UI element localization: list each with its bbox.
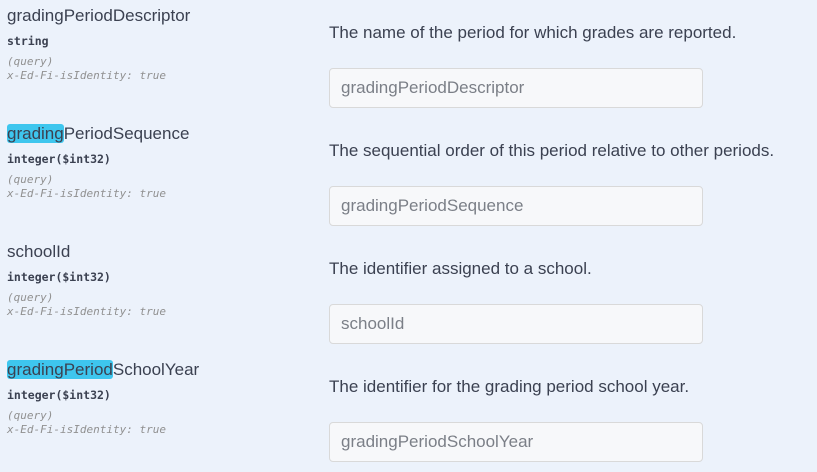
parameter-name: schoolId bbox=[7, 242, 70, 262]
school-id-input[interactable] bbox=[329, 304, 703, 344]
parameter-extension: x-Ed-Fi-isIdentity: true bbox=[7, 69, 166, 82]
grading-period-sequence-input[interactable] bbox=[329, 186, 703, 226]
parameter-description: The name of the period for which grades … bbox=[329, 23, 737, 42]
parameter-type: integer($int32) bbox=[7, 270, 111, 284]
parameter-name-text: PeriodSequence bbox=[63, 124, 190, 143]
parameter-location: (query) bbox=[7, 55, 54, 68]
parameter-location: (query) bbox=[7, 409, 54, 422]
parameter-extension: x-Ed-Fi-isIdentity: true bbox=[7, 305, 166, 318]
parameter-row-school-id: schoolId integer($int32) (query) x-Ed-Fi… bbox=[0, 236, 817, 354]
parameter-row-grading-period-sequence: gradingPeriodSequence integer($int32) (q… bbox=[0, 118, 817, 236]
parameter-row-grading-period-school-year: gradingPeriodSchoolYear integer($int32) … bbox=[0, 354, 817, 472]
parameter-extension: x-Ed-Fi-isIdentity: true bbox=[7, 423, 166, 436]
parameter-type: integer($int32) bbox=[7, 152, 111, 166]
parameter-description: The identifier for the grading period sc… bbox=[329, 377, 690, 396]
parameter-type: string bbox=[7, 34, 49, 48]
search-highlight: grading bbox=[7, 124, 64, 143]
grading-period-school-year-input[interactable] bbox=[329, 422, 703, 462]
parameter-name: gradingPeriodSequence bbox=[7, 124, 189, 144]
parameters-list: gradingPeriodDescriptor string (query) x… bbox=[0, 0, 817, 472]
parameter-name-text: SchoolYear bbox=[112, 360, 200, 379]
parameter-name: gradingPeriodDescriptor bbox=[7, 6, 190, 26]
grading-period-descriptor-input[interactable] bbox=[329, 68, 703, 108]
parameter-extension: x-Ed-Fi-isIdentity: true bbox=[7, 187, 166, 200]
parameter-description: The sequential order of this period rela… bbox=[329, 141, 775, 160]
parameter-type: integer($int32) bbox=[7, 388, 111, 402]
parameter-location: (query) bbox=[7, 291, 54, 304]
parameter-name-text: gradingPeriodDescriptor bbox=[7, 6, 191, 25]
parameter-location: (query) bbox=[7, 173, 54, 186]
search-highlight: gradingPeriod bbox=[7, 360, 113, 379]
parameter-name: gradingPeriodSchoolYear bbox=[7, 360, 199, 380]
parameter-description: The identifier assigned to a school. bbox=[329, 259, 592, 278]
parameter-name-text: schoolId bbox=[7, 242, 71, 261]
parameter-row-grading-period-descriptor: gradingPeriodDescriptor string (query) x… bbox=[0, 0, 817, 118]
